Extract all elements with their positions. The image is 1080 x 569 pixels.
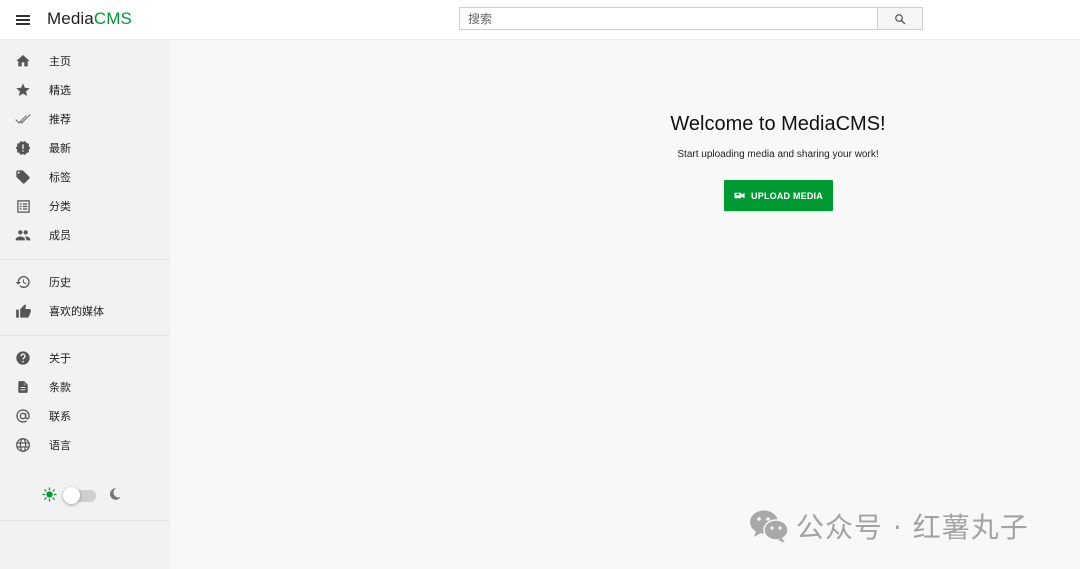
sidebar-item-label: 喜欢的媒体 <box>49 304 104 318</box>
sidebar-item-label: 联系 <box>49 409 71 423</box>
main-content: Welcome to MediaCMS! Start uploading med… <box>170 40 1080 569</box>
welcome-title: Welcome to MediaCMS! <box>670 113 886 135</box>
sidebar-item-members[interactable]: 成员 <box>0 220 170 249</box>
double-check-icon <box>14 110 32 128</box>
sidebar-divider <box>0 335 170 336</box>
sidebar-divider <box>0 520 170 521</box>
upload-media-button[interactable]: UPLOAD MEDIA <box>724 180 833 211</box>
star-icon <box>14 81 32 99</box>
history-icon <box>14 273 32 291</box>
sidebar-item-contact[interactable]: 联系 <box>0 401 170 430</box>
sidebar-item-recommended[interactable]: 推荐 <box>0 104 170 133</box>
sun-icon <box>42 487 57 507</box>
sidebar-item-language[interactable]: 语言 <box>0 430 170 459</box>
sidebar-item-history[interactable]: 历史 <box>0 267 170 296</box>
sidebar-item-home[interactable]: 主页 <box>0 46 170 75</box>
tag-icon <box>14 168 32 186</box>
upload-media-label: UPLOAD MEDIA <box>751 190 823 201</box>
home-icon <box>14 52 32 70</box>
sidebar-item-label: 成员 <box>49 228 71 242</box>
search-button[interactable] <box>877 7 923 30</box>
sidebar-item-label: 推荐 <box>49 112 71 126</box>
search-icon <box>895 13 906 24</box>
site-logo[interactable]: MediaCMS <box>47 9 132 29</box>
search-bar <box>459 7 923 30</box>
thumb-up-icon <box>14 302 32 320</box>
toggle-knob <box>63 487 80 504</box>
sidebar-item-label: 最新 <box>49 141 71 155</box>
at-icon <box>14 407 32 425</box>
list-alt-icon <box>14 197 32 215</box>
logo-text-media: Media <box>47 9 94 28</box>
hamburger-menu-icon[interactable] <box>12 9 34 31</box>
sidebar-item-label: 主页 <box>49 54 71 68</box>
logo-text-cms: CMS <box>93 9 132 28</box>
sidebar-item-label: 条款 <box>49 380 71 394</box>
sidebar-item-label: 历史 <box>49 275 71 289</box>
sidebar-item-label: 关于 <box>49 351 71 365</box>
sidebar-item-label: 标签 <box>49 170 71 184</box>
document-icon <box>14 378 32 396</box>
video-camera-icon <box>734 192 745 199</box>
globe-icon <box>14 436 32 454</box>
sidebar-item-terms[interactable]: 条款 <box>0 372 170 401</box>
sidebar-item-featured[interactable]: 精选 <box>0 75 170 104</box>
sidebar-item-about[interactable]: 关于 <box>0 343 170 372</box>
sidebar-item-label: 分类 <box>49 199 71 213</box>
top-header: MediaCMS <box>0 0 1080 40</box>
sidebar-item-label: 精选 <box>49 83 71 97</box>
sidebar-item-latest[interactable]: 最新 <box>0 133 170 162</box>
sidebar-item-label: 语言 <box>49 438 71 452</box>
people-icon <box>14 226 32 244</box>
search-input[interactable] <box>459 7 877 30</box>
sidebar-item-categories[interactable]: 分类 <box>0 191 170 220</box>
new-badge-icon <box>14 139 32 157</box>
help-icon <box>14 349 32 367</box>
sidebar-item-tags[interactable]: 标签 <box>0 162 170 191</box>
sidebar-item-liked-media[interactable]: 喜欢的媒体 <box>0 296 170 325</box>
dark-mode-toggle[interactable] <box>63 487 96 504</box>
sidebar: 主页 精选 推荐 最新 标签 分类 成员 历史 喜欢的媒体 关于 条款 联系 语… <box>0 40 170 569</box>
moon-icon <box>108 487 122 506</box>
watermark-text: 公众号 · 红薯丸子 <box>796 511 1029 544</box>
watermark: 公众号 · 红薯丸子 <box>748 506 1029 546</box>
wechat-icon <box>750 510 789 543</box>
sidebar-divider <box>0 259 170 260</box>
welcome-subtitle: Start uploading media and sharing your w… <box>677 149 879 160</box>
theme-switcher <box>0 482 170 506</box>
